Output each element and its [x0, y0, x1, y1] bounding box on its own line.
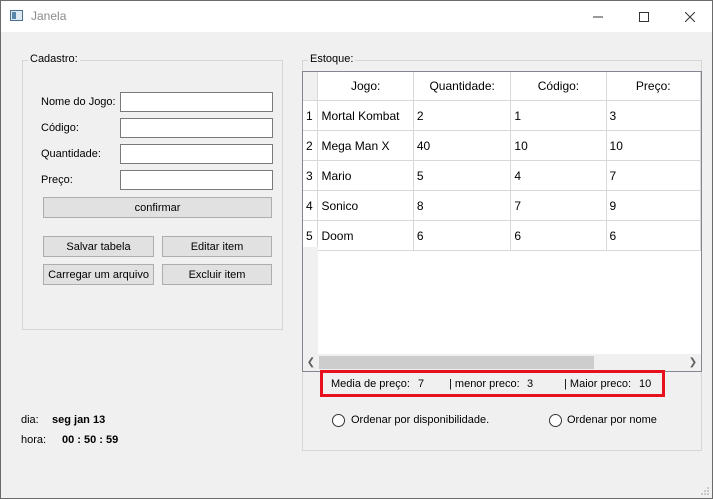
dia-label: dia:: [21, 414, 39, 426]
radio-disponibilidade-label[interactable]: Ordenar por disponibilidade.: [351, 414, 489, 426]
nome-input[interactable]: [120, 92, 273, 112]
media-label: Media de preço:: [331, 378, 410, 390]
media-value: 7: [418, 378, 425, 390]
preco-input[interactable]: [120, 170, 273, 190]
table-corner[interactable]: [303, 72, 319, 101]
cell-preco[interactable]: 10: [606, 130, 701, 161]
app-window-icon: [10, 10, 23, 21]
cell-codigo[interactable]: 4: [510, 160, 607, 191]
load-file-button[interactable]: Carregar um arquivo: [43, 264, 154, 285]
radio-nome[interactable]: [549, 414, 562, 427]
save-table-button[interactable]: Salvar tabela: [43, 236, 154, 257]
hora-label: hora:: [21, 434, 47, 446]
quantidade-input[interactable]: [120, 144, 273, 164]
cell-quantidade[interactable]: 8: [413, 190, 512, 221]
nome-label: Nome do Jogo:: [41, 96, 116, 108]
table-row[interactable]: 4 Sonico 8 7 9: [303, 190, 701, 221]
cell-preco[interactable]: 7: [606, 160, 701, 191]
maximize-button[interactable]: [621, 1, 667, 32]
cell-jogo[interactable]: Sonico: [317, 190, 414, 221]
column-header-jogo[interactable]: Jogo:: [317, 72, 414, 101]
scroll-right-icon[interactable]: ❯: [685, 354, 701, 371]
horizontal-scrollbar[interactable]: ❮ ❯: [303, 354, 701, 371]
cell-jogo[interactable]: Mega Man X: [317, 130, 414, 161]
radio-nome-label[interactable]: Ordenar por nome: [567, 414, 657, 426]
stock-grid: Jogo: Quantidade: Código: Preço: 1 Morta…: [303, 72, 701, 251]
menor-value: 3: [527, 378, 534, 390]
cell-quantidade[interactable]: 2: [413, 100, 512, 131]
cell-codigo[interactable]: 1: [510, 100, 607, 131]
cell-jogo[interactable]: Mortal Kombat: [317, 100, 414, 131]
cell-preco[interactable]: 9: [606, 190, 701, 221]
preco-label: Preço:: [41, 174, 73, 186]
cell-quantidade[interactable]: 40: [413, 130, 512, 161]
close-icon: [685, 11, 695, 22]
table-row[interactable]: 5 Doom 6 6 6: [303, 220, 701, 251]
title-bar[interactable]: Janela: [1, 1, 712, 32]
window-title: Janela: [31, 9, 67, 23]
row-header[interactable]: 5: [303, 220, 319, 251]
hora-value: 00 : 50 : 59: [62, 434, 119, 446]
cell-preco[interactable]: 3: [606, 100, 701, 131]
close-button[interactable]: [667, 1, 712, 32]
row-header[interactable]: 2: [303, 130, 319, 161]
column-header-preco[interactable]: Preço:: [606, 72, 701, 101]
vertical-header-area: [303, 247, 318, 357]
scroll-left-icon[interactable]: ❮: [303, 354, 319, 371]
maior-value: 10: [639, 378, 652, 390]
menor-label: | menor preco:: [449, 378, 520, 390]
row-header[interactable]: 4: [303, 190, 319, 221]
radio-disponibilidade[interactable]: [332, 414, 345, 427]
main-window: Janela Cadastro: Nome do Jogo: Código: Q…: [0, 0, 713, 499]
cadastro-group-title: Cadastro:: [28, 53, 80, 65]
cell-quantidade[interactable]: 6: [413, 220, 512, 251]
cell-codigo[interactable]: 10: [510, 130, 607, 161]
cell-preco[interactable]: 6: [606, 220, 701, 251]
quantidade-label: Quantidade:: [41, 148, 101, 160]
codigo-label: Código:: [41, 122, 79, 134]
row-header[interactable]: 3: [303, 160, 319, 191]
maximize-icon: [639, 11, 649, 22]
cell-jogo[interactable]: Doom: [317, 220, 414, 251]
row-header[interactable]: 1: [303, 100, 319, 131]
column-header-quantidade[interactable]: Quantidade:: [413, 72, 512, 101]
stock-table[interactable]: Jogo: Quantidade: Código: Preço: 1 Morta…: [302, 71, 702, 372]
minimize-button[interactable]: [575, 1, 621, 32]
minimize-icon: [593, 16, 603, 17]
column-header-codigo[interactable]: Código:: [510, 72, 607, 101]
price-stats-box: Media de preço: 7 | menor preco: 3 | Mai…: [320, 370, 665, 397]
delete-item-button[interactable]: Excluir item: [162, 264, 272, 285]
table-row[interactable]: 3 Mario 5 4 7: [303, 160, 701, 191]
cell-codigo[interactable]: 6: [510, 220, 607, 251]
cell-quantidade[interactable]: 5: [413, 160, 512, 191]
table-header-row: Jogo: Quantidade: Código: Preço:: [303, 72, 701, 101]
resize-grip-icon[interactable]: [700, 486, 710, 496]
codigo-input[interactable]: [120, 118, 273, 138]
cell-jogo[interactable]: Mario: [317, 160, 414, 191]
scrollbar-thumb[interactable]: [319, 356, 594, 369]
confirm-button[interactable]: confirmar: [43, 197, 272, 218]
edit-item-button[interactable]: Editar item: [162, 236, 272, 257]
estoque-group-title: Estoque:: [308, 53, 356, 65]
maior-label: | Maior preco:: [564, 378, 632, 390]
table-row[interactable]: 1 Mortal Kombat 2 1 3: [303, 100, 701, 131]
dia-value: seg jan 13: [52, 414, 106, 426]
table-row[interactable]: 2 Mega Man X 40 10 10: [303, 130, 701, 161]
cell-codigo[interactable]: 7: [510, 190, 607, 221]
